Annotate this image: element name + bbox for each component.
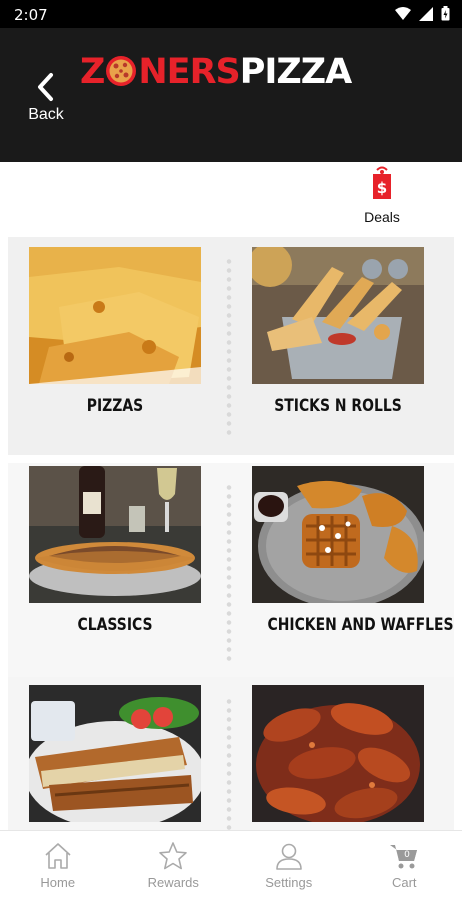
nav-home[interactable]: Home [0, 831, 116, 900]
pizzas-photo [29, 247, 201, 384]
price-tag-icon: $ [373, 166, 391, 199]
app-header: Back Z NERSPIZZA [0, 28, 462, 162]
nav-rewards[interactable]: Rewards [116, 831, 232, 900]
svg-text:$: $ [377, 179, 387, 197]
category-label: PIZZAS [86, 396, 144, 416]
brand-logo: Z NERSPIZZA [80, 51, 352, 92]
category-tile-classics[interactable]: CLASSICS [29, 466, 201, 635]
wings-photo [252, 685, 424, 822]
status-bar: 2:07 [0, 0, 462, 28]
category-row: PIZZAS STICKS N ROLLS [8, 237, 454, 455]
nav-settings[interactable]: Settings [231, 831, 347, 900]
person-icon [275, 843, 302, 870]
chicken-and-waffles-photo [252, 466, 424, 603]
svg-text:0: 0 [404, 850, 410, 860]
category-tile-sticks-n-rolls[interactable]: STICKS N ROLLS [252, 247, 424, 416]
deals-button[interactable]: $ Deals [356, 166, 408, 228]
pizza-logo-icon [106, 55, 137, 86]
chevron-left-icon [38, 73, 53, 101]
category-tile-chicken-and-waffles[interactable]: CHICKEN AND WAFFLES [252, 466, 454, 635]
battery-icon [441, 6, 450, 21]
deals-label: Deals [364, 209, 400, 225]
nav-rewards-label: Rewards [147, 875, 199, 890]
wifi-icon [395, 6, 411, 20]
category-tile-wings[interactable] [252, 685, 424, 834]
back-button[interactable]: Back [18, 72, 74, 132]
signal-icon [419, 6, 433, 21]
category-label: CHICKEN AND WAFFLES [267, 615, 454, 635]
category-row: CLASSICS CHICKEN AND WAFFLES [8, 463, 454, 681]
row-divider [226, 483, 232, 663]
star-icon [159, 842, 188, 870]
nav-home-label: Home [40, 875, 76, 890]
sandwich-photo [29, 685, 201, 822]
category-label: STICKS N ROLLS [274, 396, 402, 416]
nav-settings-label: Settings [265, 875, 313, 890]
row-divider [226, 257, 232, 437]
sticks-n-rolls-photo [252, 247, 424, 384]
category-tile-pizzas[interactable]: PIZZAS [29, 247, 201, 416]
home-icon [45, 843, 71, 869]
nav-cart-label: Cart [391, 875, 417, 890]
status-time: 2:07 [14, 6, 48, 24]
back-label: Back [28, 106, 64, 123]
status-icons [395, 6, 450, 21]
bottom-nav: Home Rewards Settings 0 Cart [0, 830, 462, 900]
category-tile-sandwiches[interactable] [29, 685, 201, 834]
nav-cart[interactable]: 0 Cart [347, 831, 462, 900]
category-label: CLASSICS [77, 615, 153, 635]
classics-photo [29, 466, 201, 603]
cart-icon: 0 [390, 845, 418, 869]
